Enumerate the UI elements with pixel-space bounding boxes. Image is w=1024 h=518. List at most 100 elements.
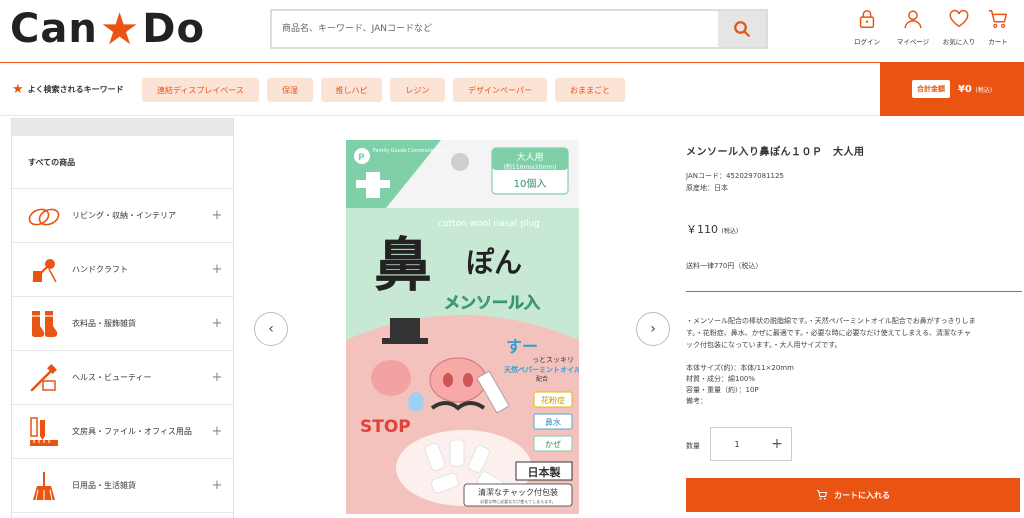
keyword-chip[interactable]: レジン [390, 78, 445, 102]
sidebar-all-products[interactable]: すべての商品 [12, 136, 233, 189]
login-label: ログイン [854, 38, 880, 46]
mypage-button[interactable]: マイページ [890, 8, 936, 48]
spec-line: 材質・成分：綿100% [686, 375, 756, 383]
search-button[interactable] [718, 11, 766, 47]
price-tax: (税込) [721, 228, 739, 235]
cart-label: カート [988, 38, 1008, 46]
spec-line: 容量・重量（約）：10P [686, 386, 759, 394]
expand-plus-icon[interactable]: + [207, 316, 227, 331]
search-input[interactable] [272, 11, 718, 47]
carousel-prev-button[interactable]: ‹ [254, 312, 288, 346]
add-to-cart-button[interactable]: カートに入れる [686, 478, 1020, 512]
menthol-text: メンソール入 [444, 293, 540, 312]
product-meta: JANコード：4520297081125 原産地：日本 [686, 170, 784, 194]
search-bar [270, 9, 768, 49]
expand-plus-icon[interactable]: + [207, 370, 227, 385]
favorites-button[interactable]: お気に入り [936, 8, 982, 48]
sidebar-item-clothing[interactable]: 衣料品・服飾雑貨 + [12, 297, 233, 351]
logo[interactable]: Can ★ Do [10, 4, 205, 55]
total-label: 合計金額 [911, 80, 950, 98]
sidebar-item-handcraft[interactable]: ハンドクラフト + [12, 243, 233, 297]
broom-icon [26, 468, 62, 504]
keyword-chip[interactable]: 推しハピ [321, 78, 382, 102]
keyword-title-text: よく検索されるキーワード [27, 85, 124, 94]
expand-plus-icon[interactable]: + [207, 208, 227, 223]
brand-text: Family Goods Communication [373, 148, 447, 154]
quantity-plus-button[interactable]: + [763, 436, 791, 452]
sidebar-item-label: リビング・収納・インテリア [72, 210, 176, 220]
product-spec: 本体サイズ(約)：本体/11×20mm 材質・成分：綿100% 容量・重量（約）… [686, 363, 794, 407]
sidebar-item-stationery[interactable]: 文房具・ファイル・オフィス用品 + [12, 405, 233, 459]
svg-text:P: P [358, 153, 365, 163]
count-badge: 10個入 [514, 177, 547, 190]
sidebar-item-label: 日用品・生活雑貨 [72, 480, 136, 490]
keyword-bar: ★ よく検索されるキーワード 連結ディスプレイベース 保湿 推しハピ レジン デ… [0, 62, 1024, 116]
oil-text: 天然ペパーミントオイル [504, 365, 579, 374]
spec-line: 本体サイズ(約)：本体/11×20mm [686, 364, 794, 372]
quantity-label: 数量 [686, 442, 700, 450]
category-sidebar: すべての商品 リビング・収納・インテリア + ハンドクラフト + 衣料品・服飾雑… [11, 118, 234, 518]
user-icon [904, 10, 922, 29]
expand-plus-icon[interactable]: + [207, 424, 227, 439]
keyword-chip[interactable]: 保湿 [267, 78, 313, 102]
handcraft-icon [26, 252, 62, 288]
sidebar-header-bar [12, 118, 233, 136]
big-char-text: 鼻 [374, 231, 432, 299]
socks-icon [26, 306, 62, 342]
keyword-title: ★ よく検索されるキーワード [12, 82, 124, 97]
zipper-sub-text: 必要な時に必要なだけ使えてしまえます。 [480, 498, 555, 504]
english-text: cotton wool nasal plug [438, 219, 540, 229]
chevron-left-icon: ‹ [268, 321, 274, 337]
sidebar-item-living[interactable]: リビング・収納・インテリア + [12, 189, 233, 243]
cart-icon [817, 490, 827, 500]
carousel-next-button[interactable]: › [636, 312, 670, 346]
cart-button[interactable]: カート [982, 8, 1014, 48]
keyword-chip[interactable]: おままごと [555, 78, 625, 102]
zipper-text: 清潔なチャック付包装 [478, 487, 558, 497]
made-in-japan-text: 日本製 [528, 465, 562, 479]
login-button[interactable]: ログイン [844, 8, 890, 48]
toothbrush-icon [26, 360, 62, 396]
quantity-input[interactable] [711, 439, 763, 449]
size-badge-1: 大人用 [516, 151, 543, 163]
living-icon [26, 198, 62, 234]
sidebar-item-label: 衣料品・服飾雑貨 [72, 318, 136, 328]
mypage-label: マイページ [896, 38, 930, 46]
keyword-chip[interactable]: デザインペーパー [453, 78, 547, 102]
logo-text-do: Do [142, 6, 205, 52]
shipping-info: 送料一律770円（税込） [686, 262, 763, 270]
product-image: P Family Goods Communication 大人用 (約11mmx… [346, 140, 581, 514]
star-icon: ★ [12, 82, 24, 97]
price-value: ￥110 [686, 223, 718, 236]
expand-plus-icon[interactable]: + [207, 478, 227, 493]
cart-total-box[interactable]: 合計金額 ¥0 (税込) [880, 62, 1024, 116]
search-icon [734, 21, 750, 37]
oil2-text: 配合 [536, 375, 548, 383]
lock-icon [859, 10, 875, 28]
description-line: ック付包装になっています。・大人用サイズです。 [686, 341, 842, 349]
sidebar-item-daily[interactable]: 日用品・生活雑貨 + [12, 459, 233, 513]
total-amount: ¥0 (税込) [958, 84, 992, 95]
logo-text-can: Can [10, 6, 98, 52]
quantity-stepper: + [710, 427, 792, 461]
product-title: メンソール入り鼻ぽん１０Ｐ 大人用 [686, 147, 865, 158]
site-header: Can ★ Do ログイン マイページ [0, 0, 1024, 60]
tag-text: かぜ [545, 440, 561, 449]
sidebar-item-label: ハンドクラフト [72, 264, 128, 274]
description-line: す。・花粉症、鼻水、かぜに最適です。・必要な時に必要なだけ使えてしまえる、清潔な… [686, 329, 971, 337]
sidebar-item-health[interactable]: ヘルス・ビューティー + [12, 351, 233, 405]
jan-code: JANコード：4520297081125 [686, 172, 784, 180]
keyword-chip[interactable]: 連結ディスプレイベース [142, 78, 259, 102]
heart-icon [949, 9, 969, 28]
sidebar-item-label: ヘルス・ビューティー [72, 372, 152, 382]
favorites-label: お気に入り [942, 38, 976, 46]
product-price: ￥110 (税込) [686, 221, 738, 237]
expand-plus-icon[interactable]: + [207, 262, 227, 277]
description-line: ・メンソール配合の棒状の脱脂綿です。・天然ペパーミントオイル配合でお鼻がすっきり… [686, 317, 976, 325]
total-tax: (税込) [975, 86, 993, 94]
spec-line: 備考： [686, 397, 707, 405]
header-icon-menu: ログイン マイページ お気に入り カート [844, 8, 1014, 48]
tag-text: 花粉症 [541, 395, 565, 405]
sidebar-item-label: 文房具・ファイル・オフィス用品 [72, 426, 192, 436]
chevron-right-icon: › [650, 321, 656, 337]
